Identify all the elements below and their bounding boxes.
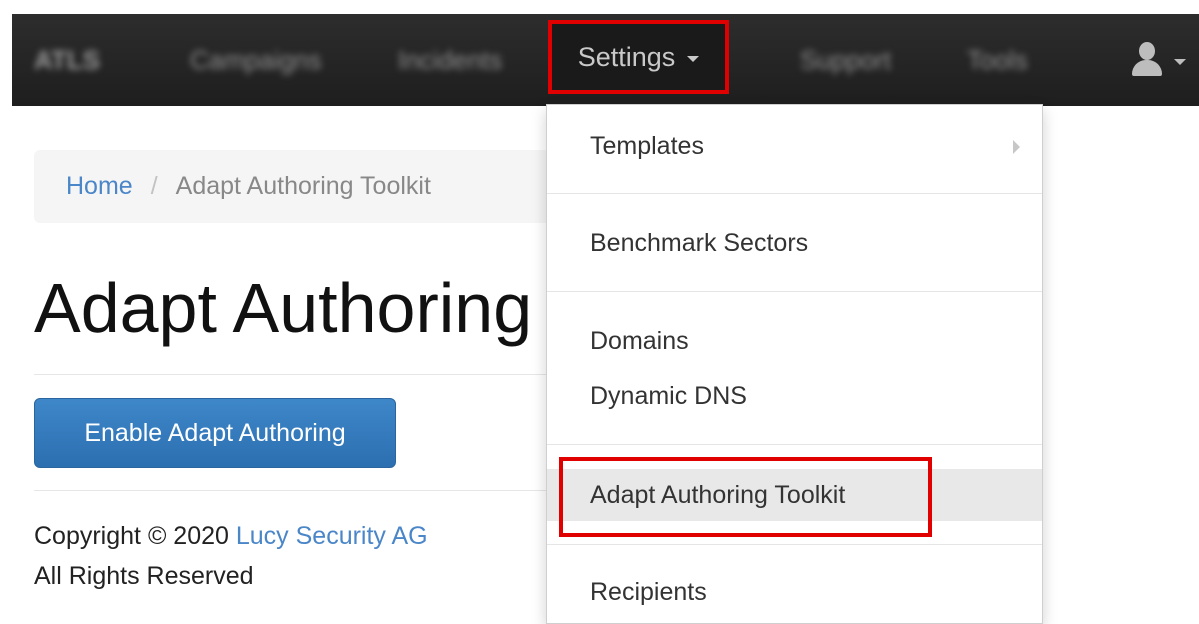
enable-adapt-authoring-button[interactable]: Enable Adapt Authoring	[34, 398, 396, 468]
breadcrumb-current: Adapt Authoring Toolkit	[175, 172, 431, 200]
chevron-right-icon	[1013, 140, 1020, 154]
menu-item-adapt-authoring-toolkit[interactable]: Adapt Authoring Toolkit	[547, 471, 1042, 519]
user-menu-toggle[interactable]	[1130, 38, 1199, 82]
menu-item-templates[interactable]: Templates	[547, 122, 1042, 170]
rights-text: All Rights Reserved	[34, 562, 254, 590]
menu-divider	[547, 193, 1042, 194]
chevron-down-icon	[687, 56, 700, 62]
copyright-text: Copyright © 2020 Lucy Security AG	[34, 518, 428, 554]
company-link[interactable]: Lucy Security AG	[236, 522, 428, 550]
nav-item-campaigns[interactable]: Campaigns	[190, 40, 322, 80]
settings-highlight-outline: Settings	[548, 20, 729, 94]
breadcrumb-separator: /	[150, 172, 158, 200]
breadcrumb-home-link[interactable]: Home	[66, 172, 133, 201]
nav-item-support[interactable]: Support	[800, 40, 891, 80]
nav-item-tools[interactable]: Tools	[967, 40, 1028, 80]
copyright-prefix: Copyright © 2020	[34, 522, 229, 550]
menu-item-domains[interactable]: Domains	[547, 317, 1042, 365]
nav-item-incidents[interactable]: Incidents	[398, 40, 502, 80]
user-icon	[1130, 40, 1164, 80]
divider	[34, 490, 554, 491]
nav-brand-logo[interactable]: ATLS	[34, 40, 100, 80]
chevron-down-icon	[1174, 59, 1186, 65]
menu-divider	[547, 444, 1042, 445]
breadcrumb: Home / Adapt Authoring Toolkit	[34, 150, 594, 223]
settings-label: Settings	[577, 41, 676, 72]
divider	[34, 374, 554, 375]
page-title: Adapt Authoring	[34, 269, 533, 347]
menu-item-recipients[interactable]: Recipients	[547, 568, 1042, 616]
menu-item-benchmark-sectors[interactable]: Benchmark Sectors	[547, 219, 1042, 267]
settings-dropdown-menu: Templates Benchmark Sectors Domains Dyna…	[546, 104, 1043, 624]
nav-item-settings[interactable]: Settings	[552, 24, 725, 90]
menu-divider	[547, 544, 1042, 545]
menu-item-label: Templates	[590, 132, 704, 160]
top-strip	[0, 0, 1199, 14]
menu-divider	[547, 291, 1042, 292]
menu-item-dynamic-dns[interactable]: Dynamic DNS	[547, 372, 1042, 420]
